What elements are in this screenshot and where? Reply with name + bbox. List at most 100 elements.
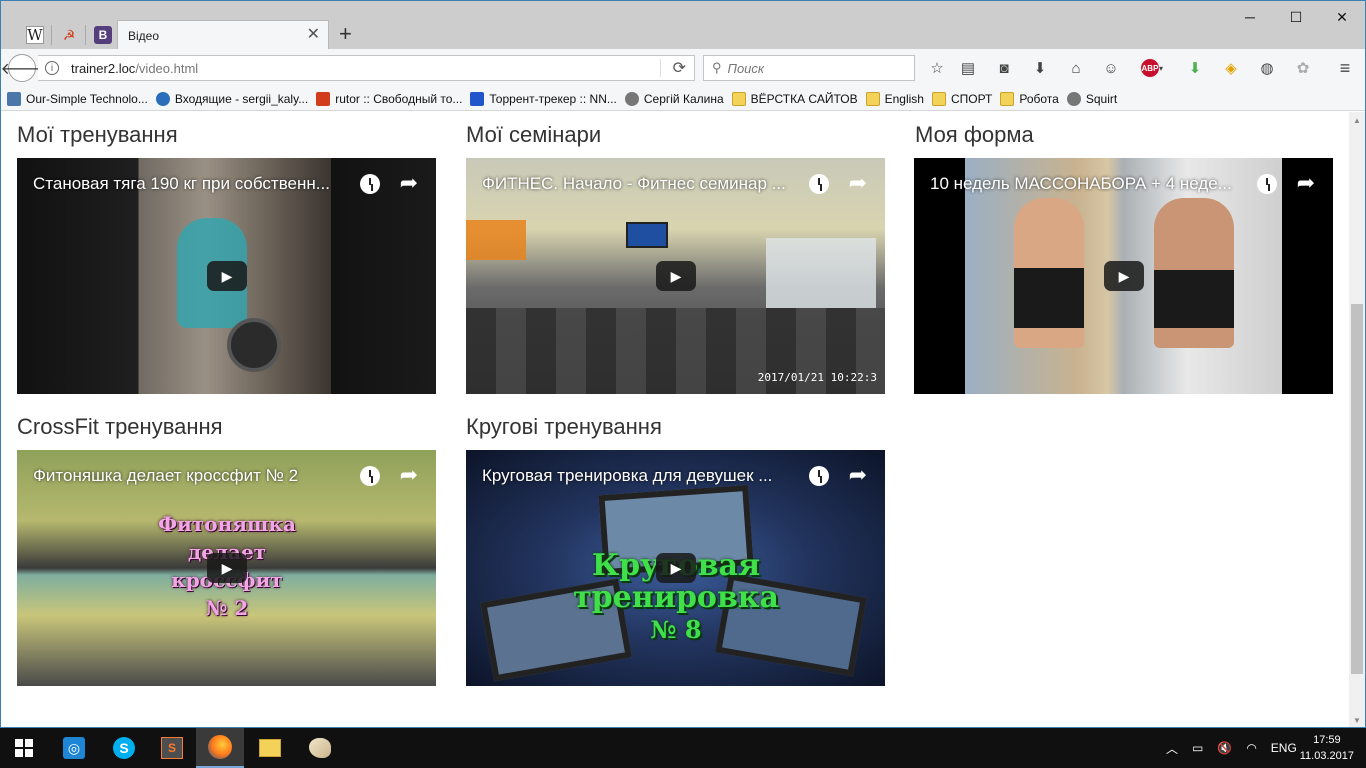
reading-list-icon[interactable]: ▤ [958,58,978,78]
bookmark-item[interactable]: Робота [1000,91,1059,106]
download-icon[interactable]: ⬇ [1030,58,1050,78]
taskbar: ◎ S S ︿ ▭ 🔇 ◠ ENG 17:59 11.03.2017 [0,728,1366,768]
search-input[interactable]: ⚲ Поиск [703,55,915,81]
language-indicator[interactable]: ENG [1271,741,1297,755]
url-bar[interactable]: i trainer2.loc/video.html ⟳ [38,55,695,81]
tab-rutor[interactable]: ☭ [55,21,83,49]
new-tab-button[interactable]: + [339,23,352,45]
reload-icon[interactable]: ⟳ [673,58,686,78]
clock-date: 11.03.2017 [1299,750,1354,762]
skype-icon[interactable]: S [100,728,148,768]
video-player-circuit[interactable]: Круговая тренировка № 8 Круговая трениро… [466,450,885,686]
page-scrollbar[interactable]: ▲ ▼ [1349,112,1365,727]
sublime-icon[interactable]: S [148,728,196,768]
folder-icon [1000,91,1015,106]
vk-icon [7,91,21,106]
system-tray: ︿ ▭ 🔇 ◠ ENG [1166,728,1297,768]
battery-icon[interactable]: ▭ [1192,741,1203,755]
close-window-button[interactable]: ✕ [1319,9,1365,26]
tab-video[interactable]: Відео ✕ [117,20,329,50]
pocket-icon[interactable]: ◙ [994,58,1014,78]
play-button[interactable]: ▶ [207,553,247,583]
instagram-icon[interactable]: ◎ [50,728,98,768]
browser-window: W ☭ B Відео ✕ + ─ ☐ ✕ 🡐 i trainer2.loc/v… [0,0,1366,728]
folder-icon [865,91,880,106]
windows-start-icon[interactable] [0,728,48,768]
explorer-icon[interactable] [246,728,294,768]
section-title-my-form: Моя форма [915,122,1034,147]
watch-later-icon[interactable] [809,174,829,194]
search-icon: ⚲ [712,60,722,75]
bookmark-item[interactable]: Торрент-трекер :: NN... [470,91,617,106]
play-button[interactable]: ▶ [1104,261,1144,291]
watch-later-icon[interactable] [1257,174,1277,194]
share-icon[interactable]: ➦ [400,462,418,488]
bookmark-item[interactable]: Squirt [1066,91,1118,106]
bookmark-item[interactable]: ВЁРСТКА САЙТОВ [731,91,858,106]
taskbar-clock[interactable]: 17:59 11.03.2017 [1300,732,1354,764]
tab-close-icon[interactable]: ✕ [307,27,320,43]
bookmark-star-icon[interactable]: ☆ [927,58,947,78]
bookmark-label: rutor :: Свободный то... [335,91,463,106]
back-button[interactable]: 🡐 [1,54,43,82]
play-button[interactable]: ▶ [207,261,247,291]
bookmark-item[interactable]: English [865,91,924,106]
home-icon[interactable]: ⌂ [1066,58,1086,78]
bookmark-label: Squirt [1085,91,1118,106]
volume-mute-icon[interactable]: 🔇 [1217,741,1232,755]
bookmark-item[interactable]: rutor :: Свободный то... [316,91,463,106]
play-button[interactable]: ▶ [656,553,696,583]
page-content: Мої тренування Становая тяга 190 кг при … [1,112,1349,727]
bookmark-item[interactable]: Our-Simple Technolo... [7,91,148,106]
share-icon[interactable]: ➦ [849,462,867,488]
bookmark-item[interactable]: СПОРТ [931,91,992,106]
video-player-crossfit[interactable]: Фитоняшка делает кроссфит № 2 Фитоняшка … [17,450,436,686]
bookmark-label: Сергій Калина [643,91,724,106]
video-title[interactable]: Становая тяга 190 кг при собственн... [33,174,363,194]
bookmark-item[interactable]: Сергій Калина [624,91,724,106]
play-button[interactable]: ▶ [656,261,696,291]
paw-icon[interactable]: ✿ [1293,58,1313,78]
firefox-icon[interactable] [196,728,244,768]
vpn-icon[interactable]: ◈ [1221,58,1241,78]
video-player-mass-gain[interactable]: 10 недель МАССОНАБОРА + 4 неде... ➦ ▶ [914,158,1333,394]
watch-later-icon[interactable] [360,174,380,194]
network-icon[interactable]: ◍ [1257,58,1277,78]
bookmark-item[interactable]: Входящие - sergii_kaly... [155,91,308,106]
bookmark-label: Our-Simple Technolo... [26,91,148,106]
video-title[interactable]: Круговая тренировка для девушек ... [482,466,812,486]
paint-icon[interactable] [296,728,344,768]
nav-bar: 🡐 i trainer2.loc/video.html ⟳ ⚲ Поиск ☆ … [1,49,1365,87]
emoji-icon[interactable]: ☺ [1101,58,1121,78]
share-icon[interactable]: ➦ [400,170,418,196]
share-icon[interactable]: ➦ [849,170,867,196]
mail-icon [155,91,170,106]
wifi-icon[interactable]: ◠ [1246,741,1256,755]
video-timestamp: 2017/01/21 10:22:3 [757,371,877,384]
video-player-deadlift[interactable]: Становая тяга 190 кг при собственн... ➦ … [17,158,436,394]
menu-icon[interactable]: ≡ [1335,58,1355,78]
info-icon[interactable]: i [45,61,59,75]
adblock-icon[interactable]: ABP ▾ [1138,58,1166,78]
scroll-up-icon[interactable]: ▲ [1349,112,1365,128]
video-title[interactable]: 10 недель МАССОНАБОРА + 4 неде... [930,174,1260,194]
video-player-fitness-seminar[interactable]: ФИТНЕС. Начало - Фитнес семинар ... ➦ ▶ … [466,158,885,394]
tab-wikipedia[interactable]: W [21,21,49,49]
chevron-up-icon[interactable]: ︿ [1166,740,1178,757]
download-helper-icon[interactable]: ⬇ [1185,58,1205,78]
url-text: trainer2.loc/video.html [71,60,199,76]
section-title-circuit: Кругові тренування [466,414,662,439]
video-title[interactable]: ФИТНЕС. Начало - Фитнес семинар ... [482,174,812,194]
video-title[interactable]: Фитоняшка делает кроссфит № 2 [33,466,363,486]
maximize-button[interactable]: ☐ [1273,9,1319,26]
scroll-down-icon[interactable]: ▼ [1349,712,1365,727]
section-title-crossfit: CrossFit тренування [17,414,223,439]
scroll-thumb[interactable] [1351,304,1363,674]
bookmarks-bar: Our-Simple Technolo... Входящие - sergii_… [1,87,1365,111]
share-icon[interactable]: ➦ [1297,170,1315,196]
watch-later-icon[interactable] [809,466,829,486]
watch-later-icon[interactable] [360,466,380,486]
minimize-button[interactable]: ─ [1227,9,1273,25]
tab-bootstrap[interactable]: B [89,21,117,49]
bootstrap-icon: B [94,26,112,44]
